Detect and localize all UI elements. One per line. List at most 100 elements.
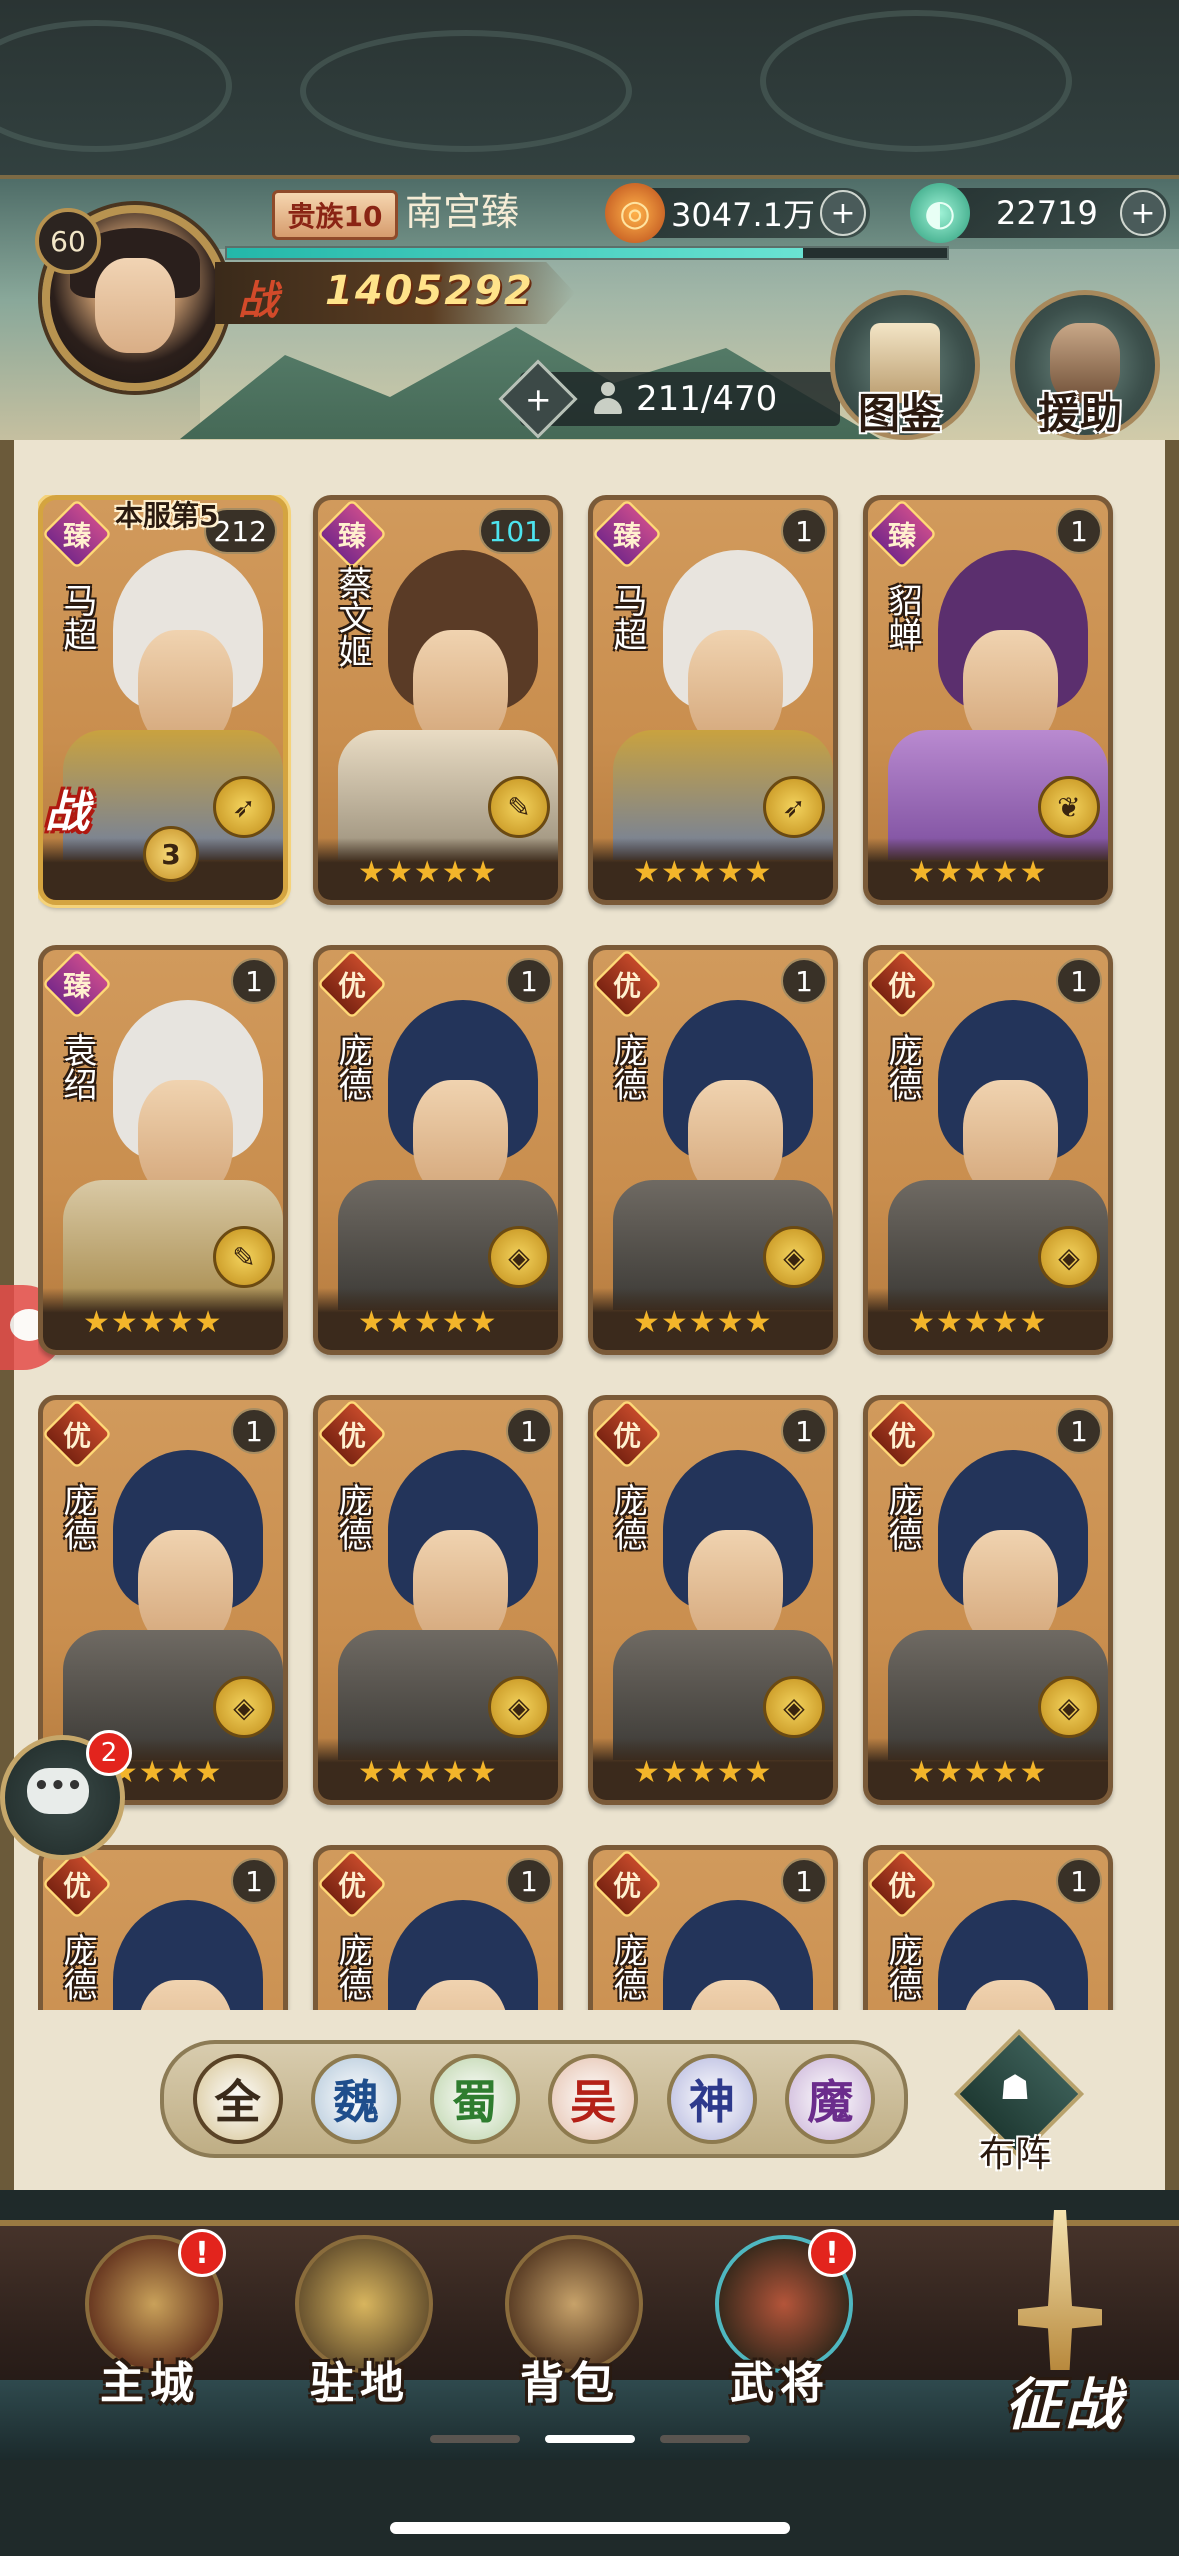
hero-count-badge: 1 xyxy=(781,958,827,1004)
hero-name: 庞德 xyxy=(607,1933,647,2001)
hero-name: 庞德 xyxy=(882,1033,922,1101)
faction-filter-4[interactable]: 神 xyxy=(666,2054,757,2144)
rarity-label: 优 xyxy=(612,1870,642,1903)
copper-coin-icon: ◎ xyxy=(605,183,665,243)
hero-name: 庞德 xyxy=(332,1033,372,1101)
rarity-label: 优 xyxy=(62,1420,92,1453)
hero-name: 马超 xyxy=(607,583,647,651)
star-rating: ★★★★★ xyxy=(633,1305,773,1340)
hero-name: 庞德 xyxy=(607,1033,647,1101)
formation-button[interactable]: ☗ 布阵 xyxy=(953,2028,1085,2175)
hero-card[interactable]: 优 庞德 1 ◈ ★★★★★ xyxy=(588,1395,838,1805)
faction-filter-5[interactable]: 魔 xyxy=(785,2054,876,2144)
tank-role-icon: ◈ xyxy=(763,1676,825,1738)
experience-fill xyxy=(227,248,803,258)
faction-filter-3[interactable]: 吴 xyxy=(548,2054,639,2144)
hero-name: 庞德 xyxy=(57,1483,97,1551)
hero-name: 庞德 xyxy=(332,1483,372,1551)
avatar-face xyxy=(95,258,175,353)
hero-card[interactable]: 优 庞德 1 ◈ ★★★★★ xyxy=(588,1845,838,2010)
server-rank-label: 本服第5 xyxy=(115,499,219,532)
home-indicator[interactable] xyxy=(390,2522,790,2534)
hero-card[interactable]: 臻 蔡文姬 101 ✎ ★★★★★ xyxy=(313,495,563,905)
star-rating: ★★★★★ xyxy=(358,1755,498,1790)
person-icon xyxy=(594,382,622,416)
tank-role-icon: ◈ xyxy=(1038,1676,1100,1738)
hero-card[interactable]: 臻 貂蝉 1 ❦ ★★★★★ xyxy=(863,495,1113,905)
nav-main-city[interactable]: ! 主城 xyxy=(70,2229,230,2425)
chat-bubble-icon: ••• xyxy=(27,1768,89,1814)
rarity-label: 优 xyxy=(612,1420,642,1453)
copper-value: 3047.1万 xyxy=(671,196,815,234)
hero-count-badge: 1 xyxy=(231,958,277,1004)
hero-count-badge: 1 xyxy=(506,1408,552,1454)
hero-name: 马超 xyxy=(57,583,97,651)
page-dot xyxy=(660,2435,750,2443)
hero-count-badge: 1 xyxy=(1056,508,1102,554)
rarity-label: 优 xyxy=(887,1870,917,1903)
hero-card[interactable]: 臻 马超 212 ➶ 本服第5 战 3 xyxy=(38,495,288,905)
tank-role-icon: ◈ xyxy=(213,1676,275,1738)
hero-card[interactable]: 优 庞德 1 ◈ ★★★★★ xyxy=(313,1395,563,1805)
add-jade-button[interactable]: + xyxy=(1120,190,1166,236)
support-role-icon: ✎ xyxy=(488,776,550,838)
archer-role-icon: ➶ xyxy=(213,776,275,838)
codex-label: 图鉴 xyxy=(857,389,942,438)
hero-card[interactable]: 臻 袁绍 1 ✎ ★★★★★ xyxy=(38,945,288,1355)
hero-name: 庞德 xyxy=(882,1933,922,2001)
player-name: 南宫臻 xyxy=(405,190,520,234)
support-label: 援助 xyxy=(1037,389,1122,438)
in-battle-badge: 战 xyxy=(45,787,89,838)
nav-generals[interactable]: ! 武将 xyxy=(700,2229,860,2425)
hero-count-badge: 1 xyxy=(1056,958,1102,1004)
tank-role-icon: ◈ xyxy=(488,1226,550,1288)
star-rating: ★★★★★ xyxy=(908,1305,1048,1340)
page-indicator xyxy=(430,2435,750,2443)
combat-power-value: 1405292 xyxy=(325,268,534,314)
hero-card[interactable]: 优 庞德 1 ◈ ★★★★★ xyxy=(38,1845,288,2010)
jade-value: 22719 xyxy=(996,194,1098,232)
hero-count-badge: 1 xyxy=(231,1408,277,1454)
campaign-button[interactable]: 征战 xyxy=(960,2210,1170,2440)
hero-name: 庞德 xyxy=(882,1483,922,1551)
hero-count-badge: 1 xyxy=(506,1858,552,1904)
mage-role-icon: ❦ xyxy=(1038,776,1100,838)
add-copper-button[interactable]: + xyxy=(820,190,866,236)
combat-power-icon: 战 xyxy=(238,278,278,324)
hero-card[interactable]: 优 庞德 1 ◈ ★★★★★ xyxy=(863,1845,1113,2010)
star-rating: ★★★★★ xyxy=(83,1305,223,1340)
nav-backpack-label: 背包 xyxy=(520,2358,620,2409)
top-background xyxy=(0,0,1179,180)
faction-filter-bar: 全魏蜀吴神魔 xyxy=(160,2040,908,2158)
tank-role-icon: ◈ xyxy=(763,1226,825,1288)
nav-garrison[interactable]: 驻地 xyxy=(280,2235,440,2425)
faction-filter-1[interactable]: 魏 xyxy=(311,2054,402,2144)
hero-name: 貂蝉 xyxy=(882,583,922,651)
faction-filter-2[interactable]: 蜀 xyxy=(429,2054,520,2144)
jade-icon: ◐ xyxy=(910,183,970,243)
hero-card[interactable]: 优 庞德 1 ◈ ★★★★★ xyxy=(588,945,838,1355)
faction-filter-0[interactable]: 全 xyxy=(192,2054,283,2144)
vip-badge[interactable]: 贵族10 xyxy=(272,190,398,240)
hero-card[interactable]: 优 庞德 1 ◈ ★★★★★ xyxy=(313,1845,563,2010)
chat-unread-badge: 2 xyxy=(86,1730,132,1776)
hero-capacity: + 211/470 xyxy=(498,359,840,439)
hero-count-badge: 1 xyxy=(781,1858,827,1904)
grade-badge: 3 xyxy=(143,826,199,882)
hero-card[interactable]: 优 庞德 1 ◈ ★★★★★ xyxy=(863,945,1113,1355)
hero-name: 庞德 xyxy=(332,1933,372,2001)
sword-icon xyxy=(1018,2210,1102,2370)
support-role-icon: ✎ xyxy=(213,1226,275,1288)
tank-role-icon: ◈ xyxy=(1038,1226,1100,1288)
page-dot-active xyxy=(545,2435,635,2443)
hero-card[interactable]: 优 庞德 1 ◈ ★★★★★ xyxy=(863,1395,1113,1805)
hero-count-badge: 1 xyxy=(231,1858,277,1904)
rarity-label: 优 xyxy=(887,1420,917,1453)
hero-card[interactable]: 臻 马超 1 ➶ ★★★★★ xyxy=(588,495,838,905)
nav-backpack[interactable]: 背包 xyxy=(490,2235,650,2425)
formation-label: 布阵 xyxy=(978,2134,1051,2175)
hero-card[interactable]: 优 庞德 1 ◈ ★★★★★ xyxy=(313,945,563,1355)
star-rating: ★★★★★ xyxy=(358,1305,498,1340)
rarity-label: 臻 xyxy=(887,520,917,553)
copper-resource: ◎ 3047.1万 + xyxy=(605,183,870,243)
